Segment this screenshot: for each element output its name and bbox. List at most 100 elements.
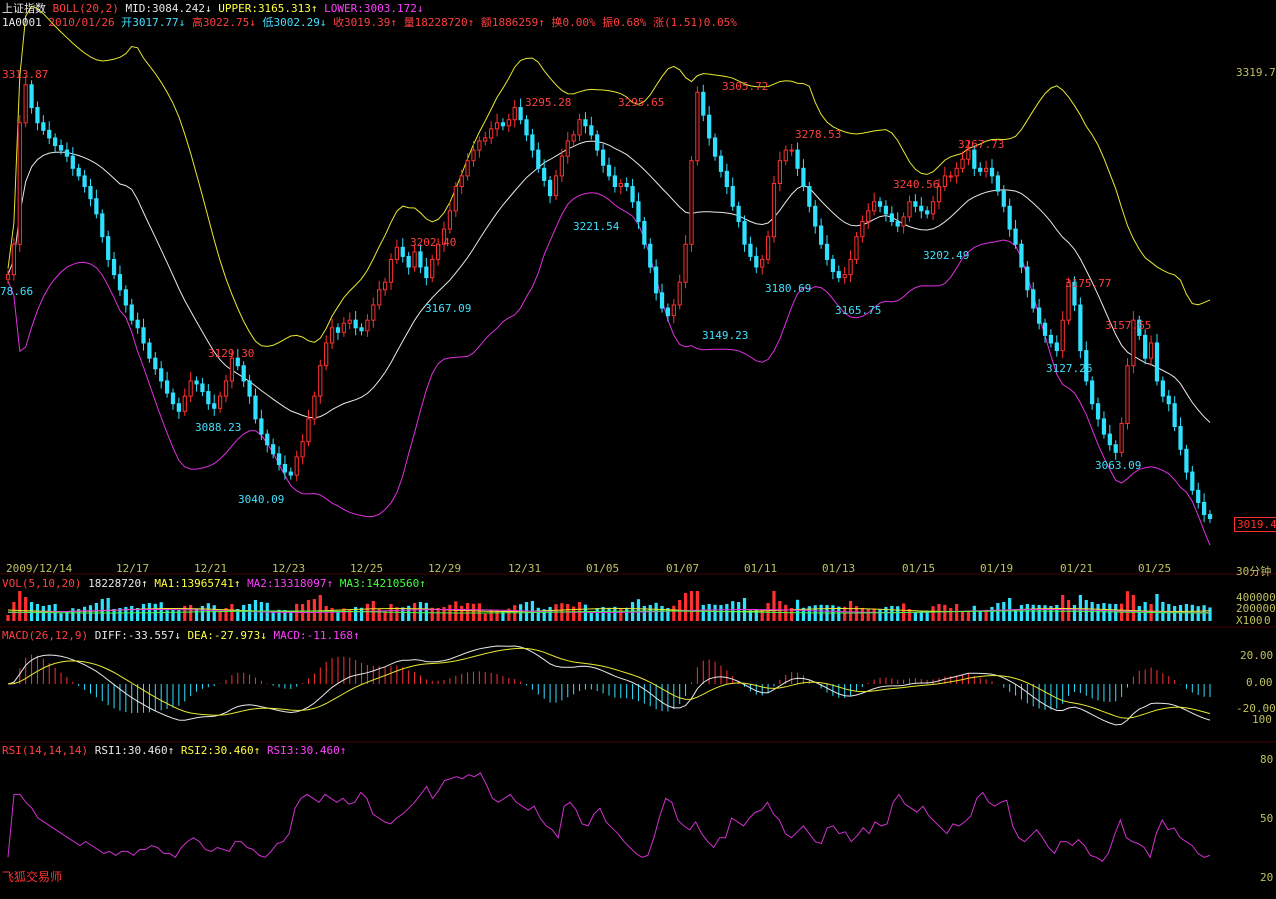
macd-axis-4: 100 [1252,713,1272,726]
candle-body [76,167,81,177]
period-label[interactable]: 30分钟 [1236,563,1271,579]
candle-body [35,107,40,124]
candle-body [1107,433,1112,446]
peak-price-label: 3295.28 [525,96,572,109]
candle-body [512,107,517,121]
candle-body [659,292,665,309]
macd-dea: DEA:-27.973↓ [187,629,267,642]
volume-bar [130,606,134,621]
candle-body [895,220,900,227]
x-axis-label: 12/29 [428,562,462,575]
candle-body [913,201,918,207]
candle-body [671,304,676,317]
volume-bar [324,606,328,621]
candle-body [707,114,712,139]
rsi3-value: RSI3:30.460↑ [266,744,347,757]
x-axis-label: 2009/12/14 [6,562,73,575]
candle-body [70,155,75,169]
candle-body [312,395,317,420]
volume-bar [407,605,411,621]
candle-body [29,84,34,109]
candle-body [524,119,529,136]
volume-bar [318,595,322,621]
candle-body [1001,190,1006,207]
quote-low: 低3002.29↓ [262,16,327,29]
peak-price-label: 3295.65 [618,96,665,109]
volume-bar [937,604,941,621]
volume-bar [401,607,405,621]
candle-body [919,205,924,212]
candle-body [11,243,17,276]
candle-body [742,220,747,245]
x-axis-label: 01/21 [1060,562,1094,575]
trough-price-label: 3040.09 [238,493,285,506]
volume-bar [972,605,976,621]
candle-body [565,140,570,157]
volume-bar [1066,600,1071,621]
candle-body [860,220,865,238]
candle-body [335,327,341,333]
volume-bar [878,609,882,621]
candle-body [341,322,346,333]
volume-bar [642,606,646,621]
macd-dea-line [7,647,1211,719]
candle-body [259,418,264,435]
vol-ma3: MA3:14210560↑ [339,577,426,590]
candle-body [241,365,246,382]
candle-body [58,145,64,151]
candle-body [430,258,435,279]
candle-body [665,307,671,317]
volume-bar [636,599,641,621]
candle-body [824,243,830,260]
volume-bar [1031,604,1035,621]
quote-row: 1A0001 2010/01/26 开3017.77↓ 高3022.75↓ 低3… [2,14,737,30]
candle-body [1113,444,1118,453]
x-axis-label: 12/31 [508,562,542,575]
trough-price-label: 3165.75 [835,304,882,317]
candle-body [618,183,623,188]
vol-axis-4: 0 [1264,614,1271,627]
volume-bar [1125,591,1130,621]
candle-body [1190,471,1195,491]
candle-body [636,201,641,222]
stock-chart-canvas[interactable] [0,0,1276,899]
candle-body [359,327,364,332]
x-axis-label: 12/17 [116,562,150,575]
volume-header: VOL(5,10,20) 18228720↑ MA1:13965741↑ MA2… [2,577,426,590]
volume-bar [306,600,311,621]
candle-body [23,84,28,124]
candle-body [630,186,635,203]
volume-bar [1196,606,1200,621]
volume-bar [1096,604,1100,621]
volume-bar [18,591,22,621]
volume-bar [41,606,45,621]
trough-price-label: 3063.09 [1095,459,1142,472]
volume-bar [471,603,476,621]
volume-bar [966,610,971,621]
volume-bar [336,611,340,621]
macd-label: MACD(26,12,9) [2,629,89,642]
volume-bar [913,612,918,621]
candle-body [701,91,706,116]
volume-bar [1137,606,1141,621]
candle-body [253,395,258,420]
volume-bar [29,602,34,621]
candle-body [1166,395,1171,405]
candle-body [347,319,352,324]
candle-body [394,246,400,260]
volume-bar [548,607,552,621]
candle-body [542,167,547,181]
volume-bar [955,604,959,621]
candle-body [1119,422,1124,453]
candle-body [1095,403,1101,420]
volume-bar [177,610,181,621]
volume-bar [807,606,811,621]
volume-bar [683,593,688,621]
candle-body [606,164,612,177]
candle-body [801,167,806,188]
quote-close: 收3019.39↑ [333,16,398,29]
candle-body [82,175,87,188]
volume-bar [106,598,110,621]
macd-value: MACD:-11.168↑ [273,629,360,642]
boll-lower-line [7,192,1211,546]
